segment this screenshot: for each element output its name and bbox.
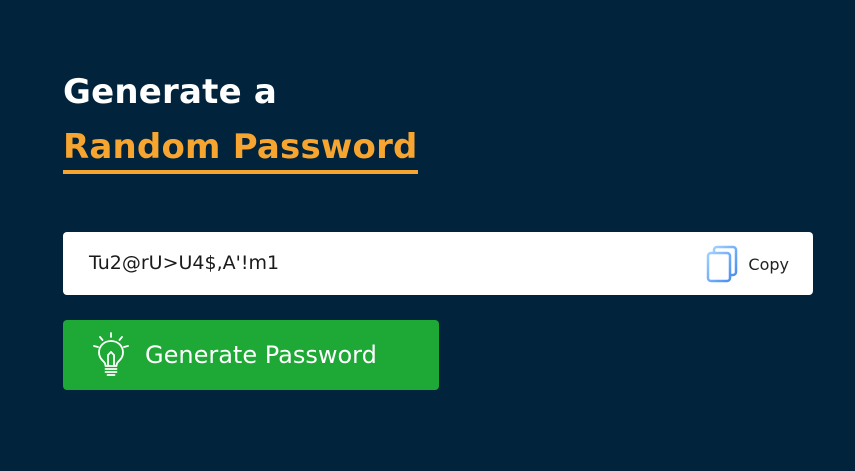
copy-label[interactable]: Copy xyxy=(748,255,789,274)
copy-button[interactable]: Copy xyxy=(706,244,789,284)
generate-password-label[interactable]: Generate Password xyxy=(145,341,377,369)
password-value[interactable]: Tu2@rU>U4$,A'!m1 xyxy=(89,232,279,295)
title-line-2: Random Password xyxy=(63,127,418,167)
copy-icon[interactable] xyxy=(706,245,740,283)
generate-password-button[interactable]: Generate Password xyxy=(63,320,439,390)
title-line-1: Generate a xyxy=(63,72,278,112)
lightbulb-icon xyxy=(93,332,129,376)
password-field[interactable]: Tu2@rU>U4$,A'!m1 Copy xyxy=(63,232,813,295)
hero-heading: Generate a Random Password xyxy=(63,66,418,174)
title-underline: Random Password xyxy=(63,124,418,174)
app-root: { "heading": { "line1": "Generate a", "l… xyxy=(0,0,855,471)
